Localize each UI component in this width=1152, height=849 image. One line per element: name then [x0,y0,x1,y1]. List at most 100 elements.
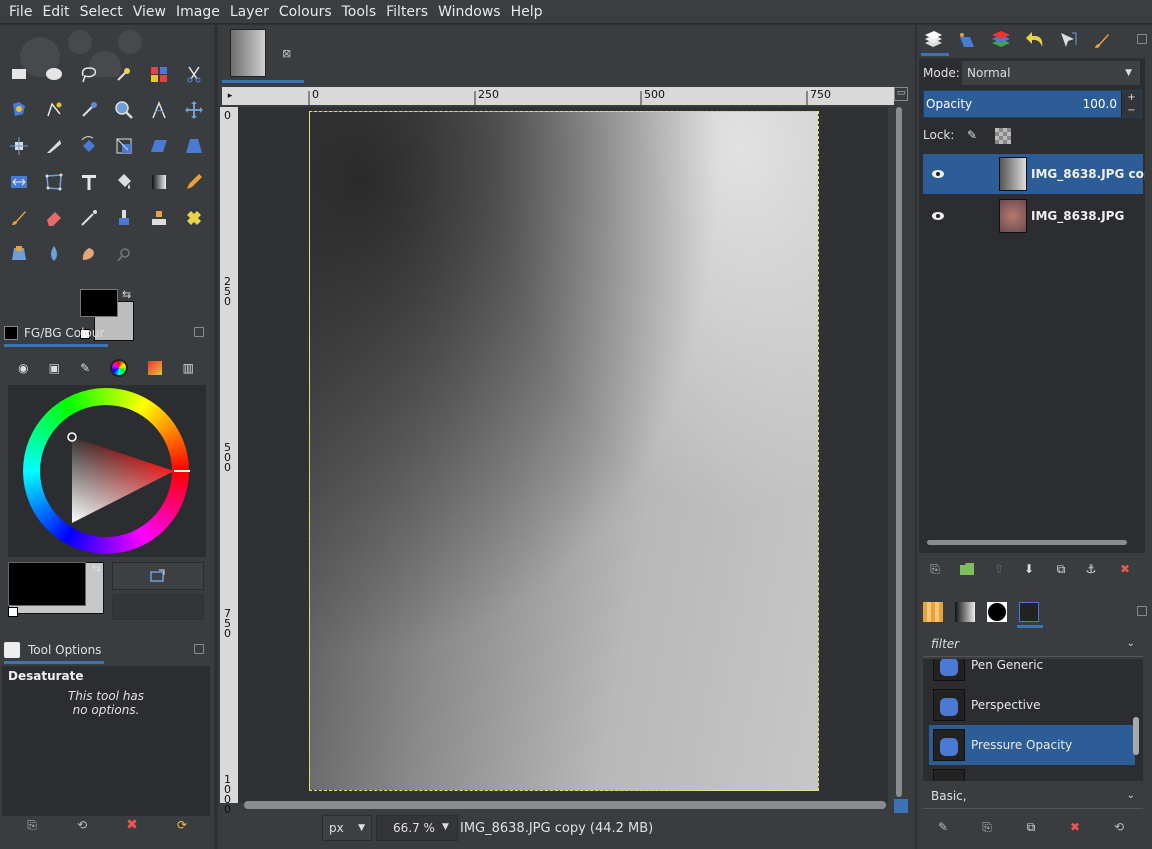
airbrush-icon[interactable] [76,205,102,231]
visibility-eye-icon[interactable] [931,211,945,221]
select-by-color-icon[interactable] [146,61,172,87]
edit-dynamics-icon[interactable]: ✎ [933,817,953,837]
menu-edit[interactable]: Edit [37,0,74,24]
scale-icon[interactable] [111,133,137,159]
color-picker-icon[interactable] [76,97,102,123]
bucket-fill-icon[interactable] [111,169,137,195]
unit-select[interactable]: px ▼ [322,815,372,841]
save-tool-preset-icon[interactable]: ⎘ [22,815,42,835]
swap-colors-icon[interactable]: ⇆ [122,289,134,301]
tool-options-tab[interactable]: Tool Options [4,639,104,664]
menu-view[interactable]: View [128,0,171,24]
close-image-tab-icon[interactable]: ⊠ [282,47,291,60]
foreground-color-swatch[interactable] [80,289,118,317]
paint-dynamics-tab-icon[interactable] [1015,599,1043,625]
paths-icon[interactable] [41,97,67,123]
list-item[interactable] [929,765,1135,781]
dock-menu-icon[interactable] [194,327,204,337]
menu-image[interactable]: Image [171,0,225,24]
list-item[interactable]: Perspective [929,685,1135,725]
pointer-tab-icon[interactable] [1055,27,1083,53]
cage-transform-icon[interactable] [41,169,67,195]
opacity-slider[interactable]: Opacity 100.0 + − [923,90,1142,118]
gradients-tab-icon[interactable] [951,599,979,625]
color-dialog-button[interactable] [112,562,204,590]
vertical-scrollbar[interactable] [894,107,904,797]
patterns-tab-icon[interactable] [919,599,947,625]
perspective-icon[interactable] [181,133,207,159]
zoom-dropdown-icon[interactable]: ▼ [442,822,449,832]
ink-icon[interactable] [111,205,137,231]
ellipse-select-icon[interactable] [41,61,67,87]
duplicate-layer-icon[interactable]: ⧉ [1051,559,1071,579]
dock-menu-icon[interactable] [1137,34,1147,44]
swap-colors-large-icon[interactable]: ⇆ [92,562,101,575]
text-tool-icon[interactable] [76,169,102,195]
brushes-tab-icon[interactable] [1089,27,1117,53]
dodge-burn-icon[interactable] [111,241,137,267]
flip-icon[interactable] [6,169,32,195]
tag-entry-input[interactable]: Basic, ⌄ [923,783,1143,809]
layers-hscrollbar[interactable] [927,540,1127,545]
pencil-icon[interactable] [181,169,207,195]
new-layer-group-icon[interactable] [957,559,977,579]
reset-tool-options-icon[interactable]: ⟳ [172,815,192,835]
gradient-icon[interactable] [146,169,172,195]
image-tab-thumbnail[interactable] [230,29,266,77]
scissors-icon[interactable] [181,61,207,87]
channels-tab-icon[interactable] [953,27,981,53]
color-wheel[interactable] [8,385,206,557]
rect-select-icon[interactable] [6,61,32,87]
delete-tool-preset-icon[interactable]: ✖ [122,815,142,835]
delete-dynamics-icon[interactable]: ✖ [1065,817,1085,837]
vertical-scroll-thumb[interactable] [896,107,902,797]
fgbg-colour-tab[interactable]: FG/BG Colour [4,322,108,347]
lock-alpha-icon[interactable] [995,128,1011,144]
undo-history-tab-icon[interactable] [1021,27,1049,53]
zoom-on-resize-icon[interactable]: ▭ [894,87,908,101]
dock-menu-icon[interactable] [1137,606,1147,616]
eraser-icon[interactable] [41,205,67,231]
new-dynamics-icon[interactable]: ⎘ [977,817,997,837]
opacity-decrease-icon[interactable]: − [1121,104,1141,117]
smudge-icon[interactable] [76,241,102,267]
canvas-view[interactable] [238,107,888,803]
paths-tab-icon[interactable] [987,27,1015,53]
palette-selector-icon[interactable]: ▥ [183,361,194,375]
fg-colour-large[interactable] [8,562,86,606]
menu-windows[interactable]: Windows [433,0,506,24]
quick-mask-toggle-icon[interactable]: ▸ [222,87,238,105]
restore-tool-preset-icon[interactable]: ⟲ [72,815,92,835]
move-icon[interactable] [181,97,207,123]
zoom-icon[interactable] [111,97,137,123]
opacity-increase-icon[interactable]: + [1121,91,1141,104]
menu-filters[interactable]: Filters [381,0,433,24]
layer-row[interactable]: IMG_8638.JPG copy [923,154,1145,194]
duplicate-dynamics-icon[interactable]: ⧉ [1021,817,1041,837]
scales-selector-icon[interactable]: ✎ [80,361,90,375]
dock-menu-icon[interactable] [194,644,204,654]
hex-entry-field[interactable] [112,594,204,620]
layers-tab-icon[interactable] [919,27,947,53]
new-layer-icon[interactable]: ⎘ [925,559,945,579]
watercolor-selector-icon[interactable] [148,361,163,375]
horizontal-scrollbar[interactable] [244,801,886,809]
rotate-icon[interactable] [76,133,102,159]
heal-icon[interactable] [181,205,207,231]
wheel-selector-icon[interactable] [110,359,129,377]
delete-layer-icon[interactable]: ✖ [1115,559,1135,579]
menu-colours[interactable]: Colours [274,0,337,24]
paintbrush-icon[interactable] [6,205,32,231]
lower-layer-icon[interactable]: ⬇ [1019,559,1039,579]
clone-icon[interactable] [146,205,172,231]
menu-help[interactable]: Help [506,0,548,24]
gimp-selector-icon[interactable]: ◉ [18,361,28,375]
list-item[interactable]: Pen Generic [929,659,1135,685]
layer-row[interactable]: IMG_8638.JPG [923,196,1143,236]
menu-layer[interactable]: Layer [225,0,274,24]
crop-knife-icon[interactable] [41,133,67,159]
lasso-icon[interactable] [76,61,102,87]
cmyk-selector-icon[interactable]: ▣ [49,361,60,375]
measure-icon[interactable] [146,97,172,123]
reset-colors-large-icon[interactable] [8,607,18,617]
